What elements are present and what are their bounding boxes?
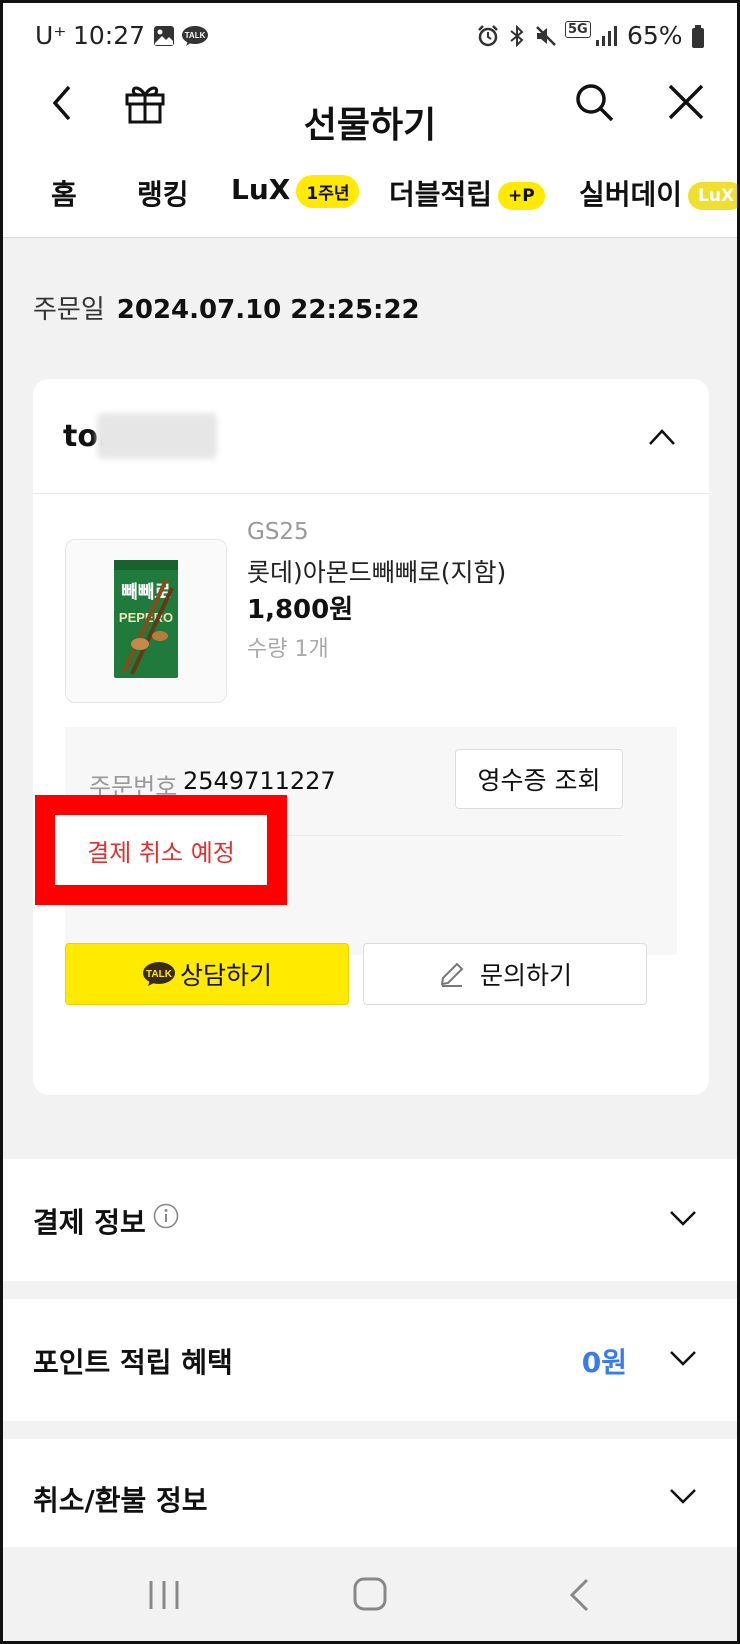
tab-silverday[interactable]: 실버데이 LuX [579, 173, 737, 213]
battery-icon [691, 25, 705, 53]
recipient-name-blurred [97, 413, 217, 459]
tab-label: LuX [231, 173, 291, 206]
inquiry-button[interactable]: 문의하기 [363, 943, 647, 1005]
chat-button[interactable]: TALK 상담하기 [65, 943, 349, 1005]
collapse-chevron-up-icon[interactable] [647, 427, 677, 451]
payment-info-title: 결제 정보 [33, 1206, 146, 1239]
order-date-value: 2024.07.10 22:25:22 [116, 295, 420, 325]
product-image[interactable]: 빼빼로 PEPERO [65, 539, 227, 703]
order-date-row: 주문일 2024.07.10 22:25:22 [33, 289, 420, 326]
carrier-label: U⁺ [35, 21, 67, 50]
chevron-down-icon[interactable] [669, 1487, 697, 1509]
tab-label: 실버데이 [579, 178, 683, 211]
category-tabs: 홈 랭킹 LuX 1주년 더블적립 +P 실버데이 LuX [3, 153, 737, 238]
tab-double-points[interactable]: 더블적립 +P [389, 173, 545, 213]
info-icon[interactable] [153, 1203, 179, 1233]
svg-text:TALK: TALK [185, 31, 206, 40]
payment-info-section[interactable]: 결제 정보 [3, 1159, 737, 1281]
receipt-button-label: 영수증 조회 [477, 766, 601, 795]
tab-badge: +P [498, 182, 545, 210]
tab-label: 홈 [51, 178, 77, 211]
product-store: GS25 [247, 519, 309, 545]
receipt-button[interactable]: 영수증 조회 [455, 749, 623, 809]
chevron-down-icon[interactable] [669, 1349, 697, 1371]
order-card: to. 빼빼로 PEPERO GS25 롯데)아몬드빼빼로(지함) 1,800원… [33, 379, 709, 1095]
status-bar: U⁺ 10:27 TALK 5G 65% [3, 3, 737, 69]
tab-lux[interactable]: LuX 1주년 [231, 173, 360, 208]
product-price: 1,800원 [247, 595, 354, 625]
battery-percent: 65% [627, 21, 683, 50]
chat-button-label: 상담하기 [179, 961, 272, 990]
tab-label: 더블적립 [389, 178, 493, 211]
product-name[interactable]: 롯데)아몬드빼빼로(지함) [247, 553, 506, 589]
back-nav-icon[interactable] [567, 1577, 591, 1617]
tab-label: 랭킹 [137, 178, 189, 211]
tab-ranking[interactable]: 랭킹 [137, 173, 189, 213]
signal-icon [595, 25, 619, 51]
alarm-icon [477, 25, 499, 51]
chevron-down-icon[interactable] [669, 1209, 697, 1231]
payment-status-text: 결제 취소 예정 [87, 838, 235, 867]
network-badge: 5G [565, 21, 591, 38]
search-icon[interactable] [573, 81, 615, 127]
home-icon[interactable] [353, 1577, 387, 1615]
tab-badge: 1주년 [296, 174, 360, 208]
refund-info-title: 취소/환불 정보 [33, 1484, 208, 1517]
points-section[interactable]: 포인트 적립 혜택 0원 [3, 1299, 737, 1421]
tab-badge: LuX [688, 182, 737, 210]
product-quantity: 수량 1개 [247, 637, 329, 662]
page-title: 선물하기 [303, 105, 437, 146]
tab-home[interactable]: 홈 [51, 173, 77, 213]
card-divider [33, 493, 709, 494]
mute-icon [535, 25, 557, 51]
bluetooth-icon [507, 24, 527, 51]
pencil-icon [440, 962, 464, 987]
status-box: 결제 취소 예정 [55, 815, 267, 885]
pepero-box-icon: 빼빼로 PEPERO [114, 560, 178, 678]
talk-bubble-icon: TALK [142, 962, 175, 986]
points-title: 포인트 적립 혜택 [33, 1346, 233, 1379]
clock: 10:27 [73, 21, 146, 50]
system-nav-bar [3, 1547, 737, 1641]
order-date-label: 주문일 [33, 295, 105, 325]
order-number-value: 2549711227 [183, 767, 336, 795]
kakaotalk-icon: TALK [181, 25, 209, 51]
inquiry-button-label: 문의하기 [479, 961, 572, 990]
gallery-icon [153, 25, 175, 51]
recent-apps-icon[interactable] [147, 1579, 181, 1615]
refund-info-section[interactable]: 취소/환불 정보 [3, 1439, 737, 1547]
svg-text:TALK: TALK [146, 969, 173, 980]
close-icon[interactable] [667, 83, 705, 125]
points-value: 0원 [581, 1346, 627, 1379]
